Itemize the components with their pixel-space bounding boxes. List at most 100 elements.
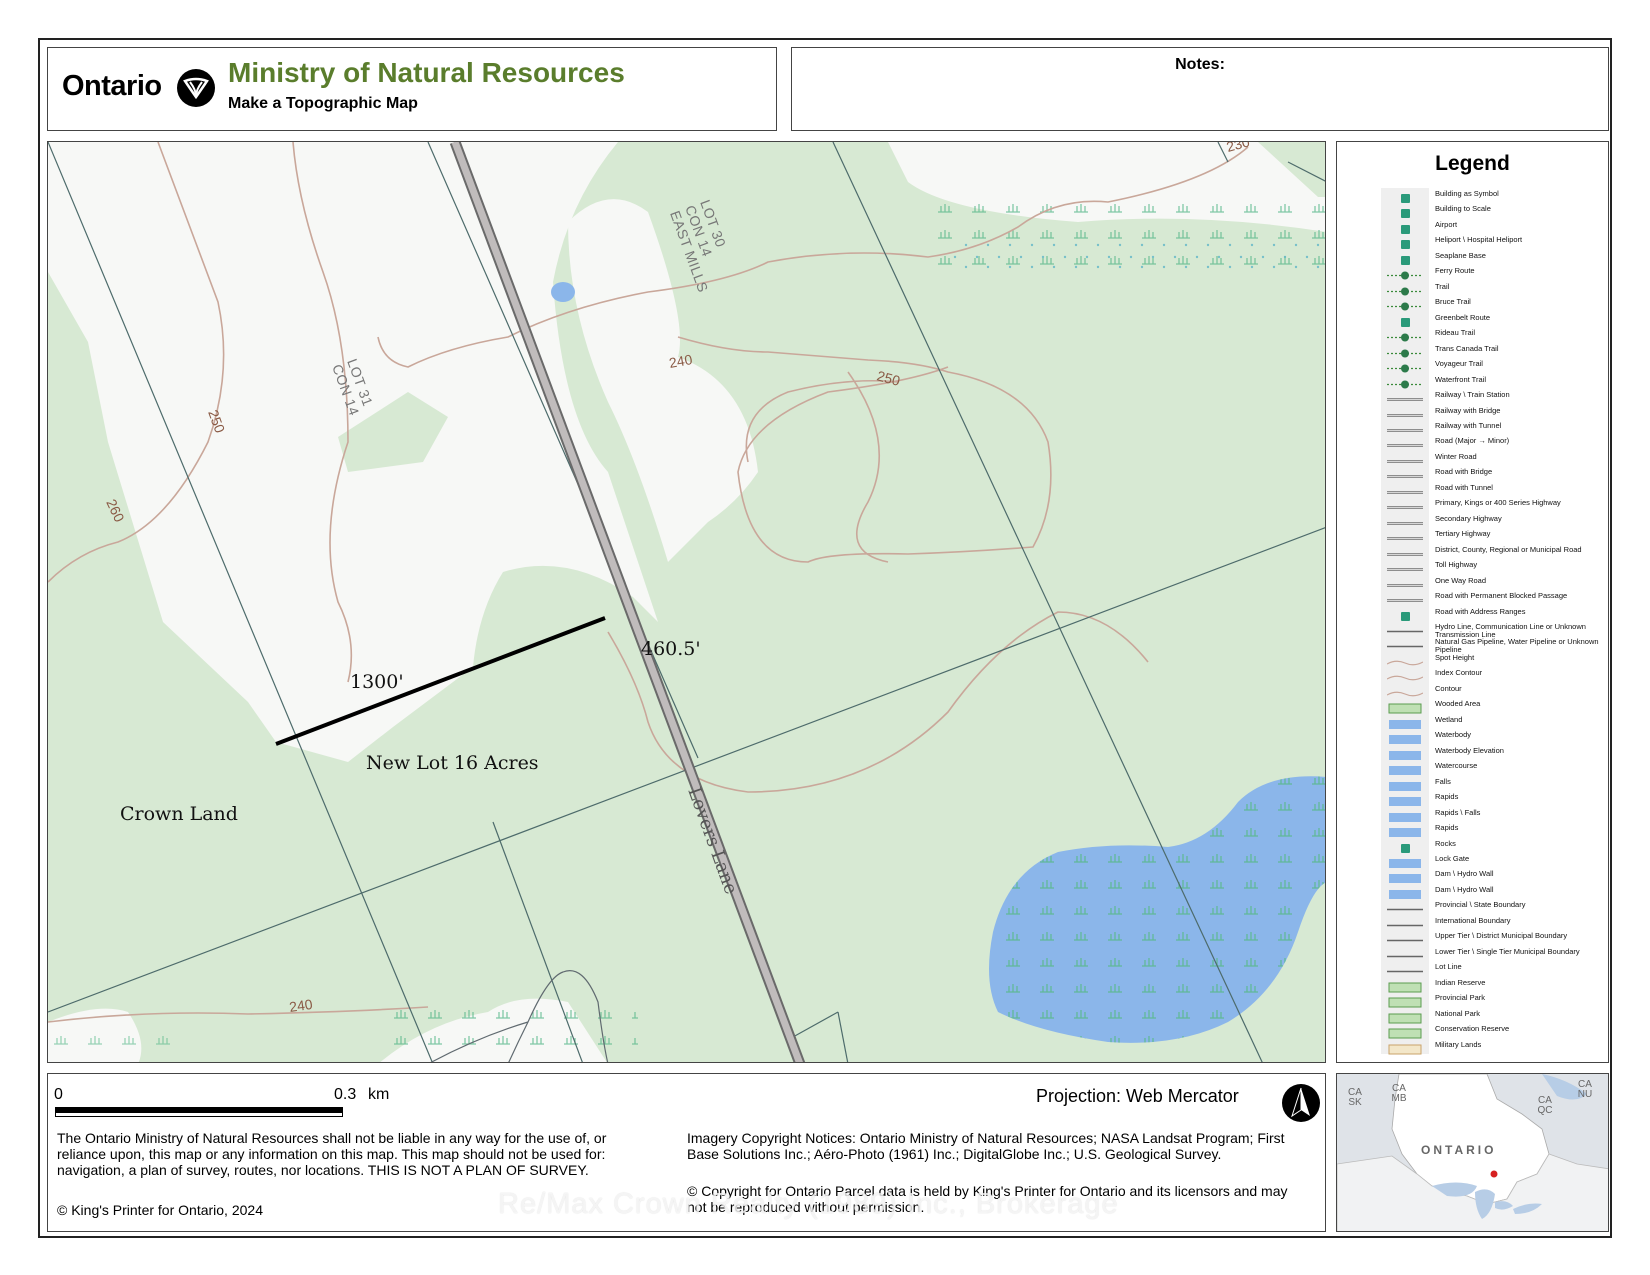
legend-item: Provincial \ State Boundary bbox=[1381, 901, 1606, 915]
legend-item: One Way Road bbox=[1381, 577, 1606, 591]
seaplane-icon bbox=[1387, 253, 1423, 265]
legend-item: Building to Scale bbox=[1381, 205, 1606, 219]
spot-height-icon bbox=[1386, 655, 1424, 666]
legend-item-label: Road with Address Ranges bbox=[1435, 606, 1526, 616]
legend-item: Building as Symbol bbox=[1381, 190, 1606, 204]
legend-item-label: Dam \ Hydro Wall bbox=[1435, 884, 1494, 894]
one-way-road-icon bbox=[1387, 578, 1423, 589]
legend-item-label: National Park bbox=[1435, 1008, 1481, 1018]
legend-item-label: Spot Height bbox=[1435, 652, 1475, 662]
winter-road-icon bbox=[1387, 454, 1423, 465]
legend-item: Greenbelt Route bbox=[1381, 314, 1606, 328]
legend-item: Indian Reserve bbox=[1381, 979, 1606, 993]
legend-item: Voyageur Trail bbox=[1381, 360, 1606, 374]
legend-item-label: Airport bbox=[1435, 219, 1458, 229]
voyageur-trail-icon bbox=[1387, 361, 1423, 373]
provincial-park-icon bbox=[1387, 995, 1423, 1008]
legend-item: District, County, Regional or Municipal … bbox=[1381, 546, 1606, 560]
waterbody-icon bbox=[1387, 732, 1423, 745]
contour-label: 240 bbox=[288, 996, 314, 1015]
lower-tier-boundary-icon bbox=[1387, 949, 1423, 960]
legend-item-label: Rapids \ Falls bbox=[1435, 807, 1481, 817]
legend-item-label: Hydro Line, Communication Line or Unknow… bbox=[1435, 622, 1586, 639]
legend-item-label: Waterbody bbox=[1435, 730, 1471, 740]
legend-item-label: Rocks bbox=[1435, 838, 1456, 848]
legend-item: Trail bbox=[1381, 283, 1606, 297]
legend-item: Trans Canada Trail bbox=[1381, 345, 1606, 359]
lock-gate-icon bbox=[1387, 856, 1423, 868]
legend-item: Tertiary Highway bbox=[1381, 530, 1606, 544]
index-contour-icon bbox=[1386, 670, 1424, 681]
falls-icon bbox=[1387, 779, 1423, 791]
legend-item-label: Provincial \ State Boundary bbox=[1435, 900, 1526, 910]
annotation-1300ft: 1300' bbox=[350, 671, 404, 693]
annotation-crown-land: Crown Land bbox=[120, 803, 238, 825]
trans-canada-trail-icon bbox=[1387, 346, 1423, 358]
ontario-wordmark: Ontario bbox=[62, 70, 162, 102]
topographic-map[interactable]: 230 240 250 250 260 240 LOT 30 CON 14 EA… bbox=[48, 142, 1326, 1063]
legend-item-label: Lower Tier \ Single Tier Municipal Bound… bbox=[1435, 946, 1580, 956]
ferry-icon bbox=[1387, 268, 1423, 280]
pond bbox=[551, 282, 575, 302]
legend-item-label: Conservation Reserve bbox=[1435, 1024, 1510, 1034]
location-marker bbox=[1490, 1170, 1498, 1178]
wetland-icon bbox=[1387, 717, 1423, 729]
legend-item: Bruce Trail bbox=[1381, 298, 1606, 312]
watercourse-icon bbox=[1387, 763, 1423, 776]
imagery-copyright-text: Imagery Copyright Notices: Ontario Minis… bbox=[687, 1130, 1285, 1162]
legend-item-label: Ferry Route bbox=[1435, 266, 1475, 276]
legend-item: Airport bbox=[1381, 221, 1606, 235]
legend-item-label: Road with Permanent Blocked Passage bbox=[1435, 591, 1568, 601]
legend-item: Provincial Park bbox=[1381, 994, 1606, 1008]
international-boundary-icon bbox=[1387, 918, 1423, 929]
legend-item-label: Lock Gate bbox=[1435, 853, 1470, 863]
road-tunnel-icon bbox=[1387, 485, 1423, 496]
legend-item-label: Primary, Kings or 400 Series Highway bbox=[1435, 498, 1561, 508]
legend-item: Rapids \ Falls bbox=[1381, 809, 1606, 823]
legend-item-label: Greenbelt Route bbox=[1435, 312, 1491, 322]
rapids-falls-icon bbox=[1387, 810, 1423, 822]
disclaimer-text: The Ontario Ministry of Natural Resource… bbox=[57, 1130, 607, 1178]
contour-icon bbox=[1386, 686, 1424, 697]
legend-item-label: Waterfront Trail bbox=[1435, 374, 1486, 384]
inset-label-ontario: ONTARIO bbox=[1421, 1143, 1497, 1157]
legend-item-label: Watercourse bbox=[1435, 761, 1478, 771]
legend-item: Wooded Area bbox=[1381, 700, 1606, 714]
legend-item: Winter Road bbox=[1381, 453, 1606, 467]
legend-item-label: Rideau Trail bbox=[1435, 328, 1476, 338]
dot-icon bbox=[1387, 191, 1423, 203]
legend-item-label: Heliport \ Hospital Heliport bbox=[1435, 235, 1523, 245]
legend-item: Rapids bbox=[1381, 824, 1606, 838]
toll-highway-icon bbox=[1387, 562, 1423, 573]
legend-item-label: Wooded Area bbox=[1435, 699, 1481, 709]
legend-panel: Legend Building as Symbol Building to Sca… bbox=[1336, 141, 1609, 1063]
legend-item: Railway with Tunnel bbox=[1381, 422, 1606, 436]
legend-item-label: Wetland bbox=[1435, 714, 1463, 724]
waterfront-trail-icon bbox=[1387, 377, 1423, 389]
legend-item-label: Natural Gas Pipeline, Water Pipeline or … bbox=[1435, 637, 1599, 654]
map-panel[interactable]: 230 240 250 250 260 240 LOT 30 CON 14 EA… bbox=[47, 141, 1326, 1063]
legend-item-label: Provincial Park bbox=[1435, 993, 1486, 1003]
hydro-line-icon bbox=[1387, 624, 1423, 635]
legend-item-label: Road with Tunnel bbox=[1435, 482, 1493, 492]
legend-item-label: Military Lands bbox=[1435, 1039, 1482, 1049]
legend-item: Secondary Highway bbox=[1381, 515, 1606, 529]
copyright-text: © King's Printer for Ontario, 2024 bbox=[57, 1202, 263, 1218]
legend-item-label: Road with Bridge bbox=[1435, 467, 1493, 477]
legend-item-label: Secondary Highway bbox=[1435, 513, 1502, 523]
wooded-area-icon bbox=[1387, 701, 1423, 714]
inset-label-mb: CA MB bbox=[1391, 1083, 1407, 1104]
legend-item: Toll Highway bbox=[1381, 561, 1606, 575]
indian-reserve-icon bbox=[1387, 980, 1423, 993]
road-bridge-icon bbox=[1387, 469, 1423, 480]
legend-item: Railway with Bridge bbox=[1381, 406, 1606, 421]
legend-item-label: Building as Symbol bbox=[1435, 189, 1499, 198]
trail-icon bbox=[1387, 284, 1423, 296]
legend-item-label: Railway with Tunnel bbox=[1435, 420, 1502, 430]
legend-item-label: International Boundary bbox=[1435, 915, 1511, 925]
legend-item: Natural Gas Pipeline, Water Pipeline or … bbox=[1381, 637, 1606, 654]
legend-item-label: Lot Line bbox=[1435, 962, 1462, 972]
legend-item-label: Waterbody Elevation bbox=[1435, 745, 1504, 755]
address-range-icon bbox=[1387, 609, 1423, 621]
legend-item-label: Building to Scale bbox=[1435, 204, 1491, 214]
